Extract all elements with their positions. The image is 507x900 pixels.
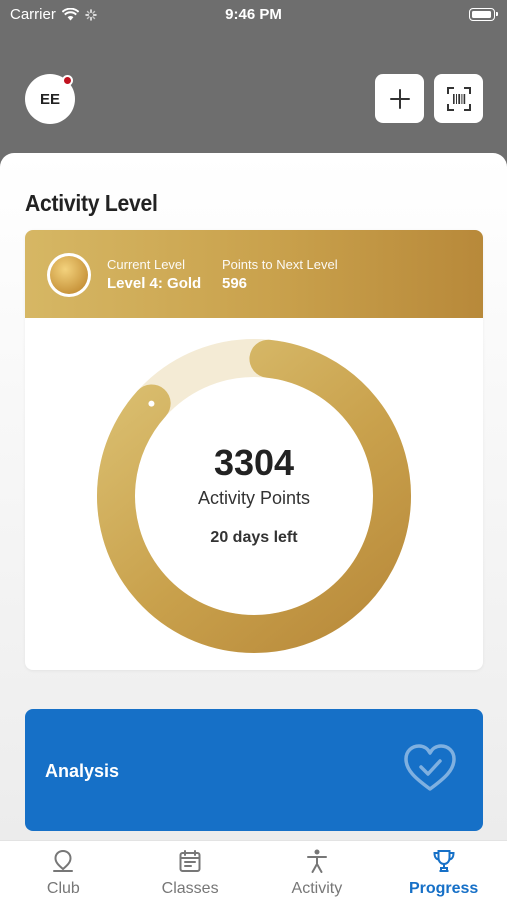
pin-icon: [53, 849, 74, 872]
barcode-scan-icon: [446, 86, 471, 111]
analysis-card[interactable]: Analysis: [25, 709, 483, 831]
tab-progress[interactable]: Progress: [380, 841, 507, 900]
heart-check-icon: [404, 744, 456, 791]
current-level-label: Current Level: [107, 257, 186, 272]
tab-classes-label: Classes: [161, 880, 219, 897]
scan-button[interactable]: [434, 74, 483, 123]
add-button[interactable]: [375, 74, 424, 123]
days-left: 20 days left: [210, 529, 298, 546]
activity-points-label: Activity Points: [197, 488, 311, 508]
points-next-label: Points to Next Level: [222, 257, 338, 272]
progress-ring-marker: [148, 400, 155, 407]
points-next-value: 596: [222, 275, 248, 292]
tab-bar: Club Classes Activity Progress: [0, 840, 507, 900]
avatar-initials: EE: [39, 90, 60, 108]
section-title: Activity Level: [25, 190, 158, 216]
activity-card[interactable]: Current Level Level 4: Gold Points to Ne…: [25, 230, 483, 670]
battery-icon: [469, 8, 498, 21]
avatar[interactable]: EE: [25, 74, 75, 124]
calendar-icon: [179, 850, 201, 872]
tab-progress-label: Progress: [408, 880, 479, 897]
current-level-value: Level 4: Gold: [107, 275, 202, 292]
level-header: Current Level Level 4: Gold Points to Ne…: [25, 230, 483, 318]
plus-icon: [389, 88, 410, 109]
analysis-label: Analysis: [45, 761, 120, 781]
gold-badge-icon: [47, 253, 91, 297]
tab-club-label: Club: [46, 880, 80, 897]
tab-activity[interactable]: Activity: [254, 841, 381, 900]
activity-points-value: 3304: [213, 442, 295, 483]
status-bar: Carrier 9:46 PM: [0, 0, 507, 30]
notification-dot: [62, 75, 73, 86]
trophy-icon: [433, 850, 455, 872]
status-time: 9:46 PM: [225, 6, 282, 23]
tab-activity-label: Activity: [291, 880, 343, 897]
tab-club[interactable]: Club: [0, 841, 127, 900]
tab-classes[interactable]: Classes: [127, 841, 254, 900]
person-icon: [306, 849, 327, 873]
